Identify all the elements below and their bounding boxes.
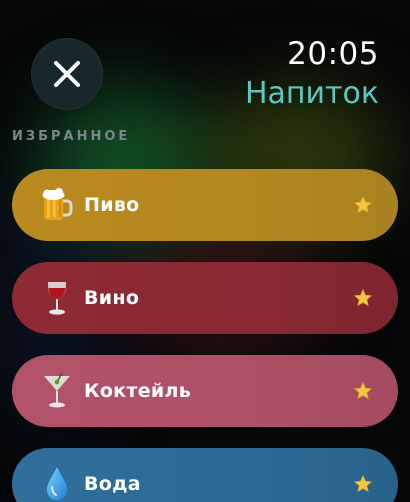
water-drop-icon: [40, 464, 74, 502]
list-item-label: Пиво: [84, 194, 140, 216]
list-item-cocktail[interactable]: Коктейль: [12, 355, 398, 427]
favorite-star-icon[interactable]: [352, 473, 374, 495]
list-item-label: Вино: [84, 287, 140, 309]
wine-glass-icon: [40, 278, 74, 318]
list-item-wine[interactable]: Вино: [12, 262, 398, 334]
list-item-label: Коктейль: [84, 380, 192, 402]
favorite-star-icon[interactable]: [352, 287, 374, 309]
clock-time: 20:05: [287, 36, 379, 72]
favorite-star-icon[interactable]: [352, 194, 374, 216]
cocktail-glass-icon: [40, 371, 74, 411]
drink-picker-screen: 20:05 Напиток ИЗБРАННОЕ Пиво Вино Коктей…: [0, 0, 410, 502]
section-label-favorites: ИЗБРАННОЕ: [12, 129, 131, 144]
list-item-label: Вода: [84, 473, 141, 495]
favorite-star-icon[interactable]: [352, 380, 374, 402]
close-button[interactable]: [31, 38, 103, 110]
list-item-water[interactable]: Вода: [12, 448, 398, 502]
list-item-beer[interactable]: Пиво: [12, 169, 398, 241]
page-title: Напиток: [244, 76, 379, 111]
beer-mug-icon: [40, 185, 74, 225]
close-icon: [54, 61, 80, 87]
